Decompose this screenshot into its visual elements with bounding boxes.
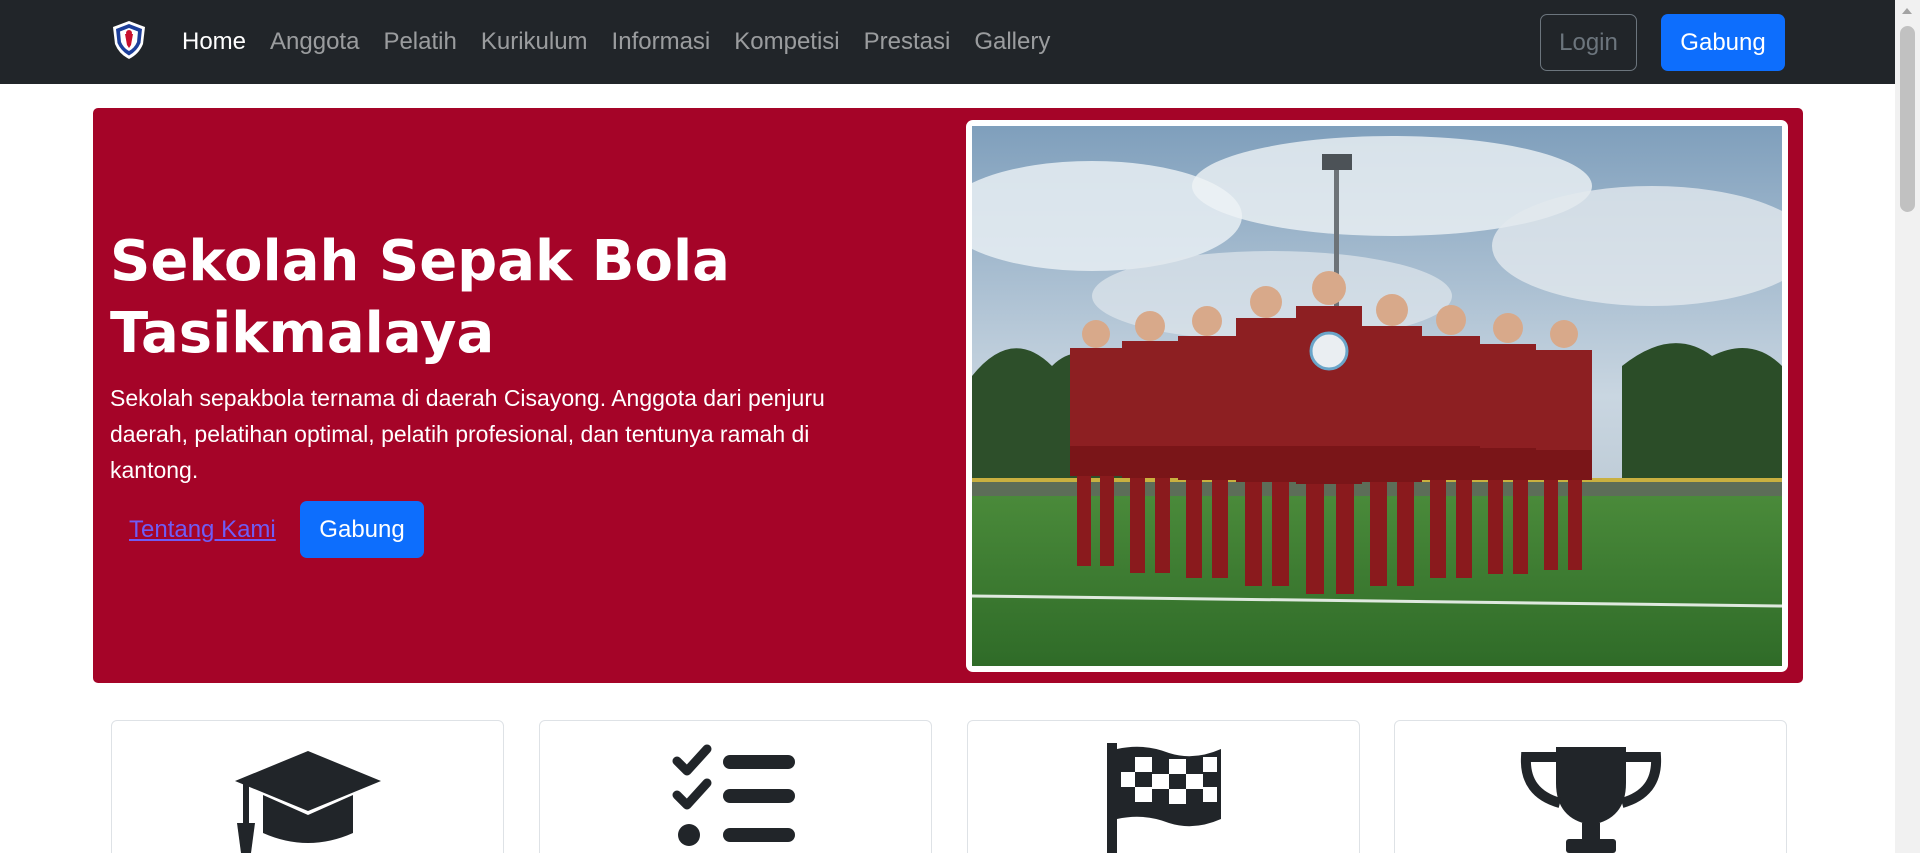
feature-card-competition <box>967 720 1360 853</box>
scrollbar-thumb[interactable] <box>1900 26 1915 212</box>
trophy-icon <box>1520 747 1661 853</box>
graduation-cap-icon <box>234 751 381 853</box>
nav-links: Home Anggota Pelatih Kurikulum Informasi… <box>182 0 1074 84</box>
nav-link-kurikulum[interactable]: Kurikulum <box>481 28 588 56</box>
join-button-hero[interactable]: Gabung <box>300 501 424 558</box>
shield-logo-icon <box>113 21 145 59</box>
feature-card-education <box>111 720 504 853</box>
feature-card-achievement <box>1394 720 1787 853</box>
page-scrollbar[interactable] <box>1895 0 1920 853</box>
navbar: Home Anggota Pelatih Kurikulum Informasi… <box>0 0 1895 84</box>
nav-link-kompetisi[interactable]: Kompetisi <box>734 28 839 56</box>
scroll-up-arrow-icon[interactable] <box>1902 8 1912 14</box>
checkered-flag-icon <box>1106 743 1221 853</box>
checklist-icon <box>672 744 795 846</box>
about-us-link[interactable]: Tentang Kami <box>129 516 276 544</box>
nav-link-anggota[interactable]: Anggota <box>270 28 359 56</box>
hero-section: Sekolah Sepak Bola Tasikmalaya Sekolah s… <box>93 108 1803 683</box>
hero-image-frame <box>966 120 1788 672</box>
page: Home Anggota Pelatih Kurikulum Informasi… <box>0 0 1920 853</box>
nav-link-gallery[interactable]: Gallery <box>974 28 1050 56</box>
hero-description: Sekolah sepakbola ternama di daerah Cisa… <box>110 385 825 483</box>
join-button-nav[interactable]: Gabung <box>1661 14 1785 71</box>
team-photo <box>972 126 1782 666</box>
feature-card-curriculum <box>539 720 932 853</box>
nav-link-informasi[interactable]: Informasi <box>612 28 711 56</box>
brand-logo[interactable] <box>111 20 147 60</box>
nav-link-pelatih[interactable]: Pelatih <box>383 28 456 56</box>
nav-link-prestasi[interactable]: Prestasi <box>864 28 951 56</box>
hero-title: Sekolah Sepak Bola Tasikmalaya <box>110 229 730 366</box>
login-button[interactable]: Login <box>1540 14 1637 71</box>
nav-link-home[interactable]: Home <box>182 28 246 56</box>
